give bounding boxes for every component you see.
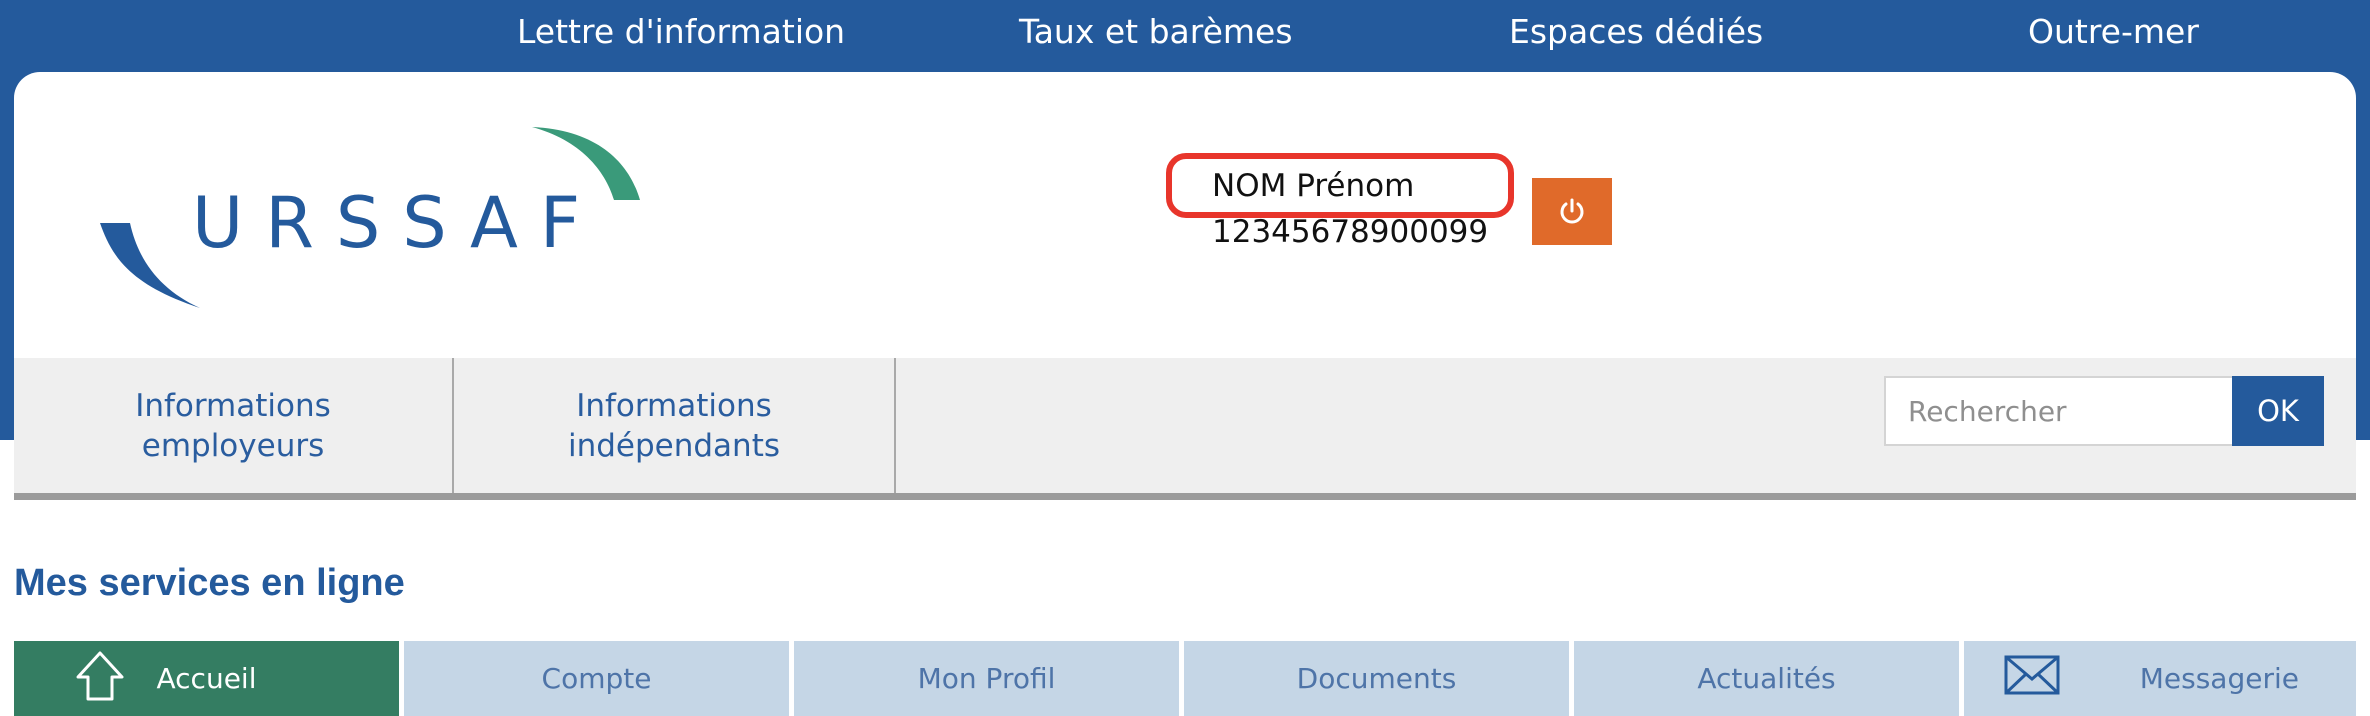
main-menu-bar: Informations employeurs Informations ind… <box>14 358 2356 500</box>
tab-label: Documents <box>1296 662 1457 695</box>
tab-label: Mon Profil <box>917 662 1056 695</box>
tab-label: Actualités <box>1697 662 1836 695</box>
nav-outre-mer[interactable]: Outre-mer <box>2028 12 2199 51</box>
menu-item-label: Informations indépendants <box>567 387 781 464</box>
tab-label: Compte <box>541 662 652 695</box>
tab-label: Accueil <box>156 662 257 695</box>
power-icon <box>1560 198 1584 223</box>
tab-documents[interactable]: Documents <box>1184 641 1569 716</box>
user-name: NOM Prénom <box>1212 168 1415 204</box>
tab-accueil[interactable]: Accueil <box>14 641 399 716</box>
tab-mon-profil[interactable]: Mon Profil <box>794 641 1179 716</box>
nav-lettre-information[interactable]: Lettre d'information <box>517 12 845 51</box>
nav-taux-baremes[interactable]: Taux et barèmes <box>1019 12 1293 51</box>
menu-divider <box>894 358 896 493</box>
tab-actualites[interactable]: Actualités <box>1574 641 1959 716</box>
logout-button[interactable] <box>1532 178 1612 245</box>
tab-messagerie[interactable]: Messagerie <box>1964 641 2356 716</box>
logo-blue-swoosh <box>100 223 200 308</box>
services-tabs: Accueil Compte Mon Profil Documents Actu… <box>14 641 2356 716</box>
search-button[interactable]: OK <box>2232 376 2324 446</box>
top-navigation: Lettre d'information Taux et barèmes Esp… <box>0 0 2370 72</box>
tab-label: Messagerie <box>2139 662 2299 695</box>
tab-compte[interactable]: Compte <box>404 641 789 716</box>
home-icon <box>76 651 124 701</box>
logo-text: URSSAF <box>192 182 602 264</box>
urssaf-logo[interactable]: URSSAF <box>100 125 660 310</box>
nav-espaces-dedies[interactable]: Espaces dédiés <box>1509 12 1763 51</box>
user-id: 12345678900099 <box>1212 214 1489 250</box>
section-title: Mes services en ligne <box>14 562 405 604</box>
menu-item-label: Informations employeurs <box>135 387 331 464</box>
envelope-icon <box>2004 655 2060 695</box>
search-input[interactable] <box>1884 376 2246 446</box>
logo-graphic: URSSAF <box>100 127 640 308</box>
menu-informations-employeurs[interactable]: Informations employeurs <box>14 358 452 493</box>
menu-informations-independants[interactable]: Informations indépendants <box>454 358 894 493</box>
